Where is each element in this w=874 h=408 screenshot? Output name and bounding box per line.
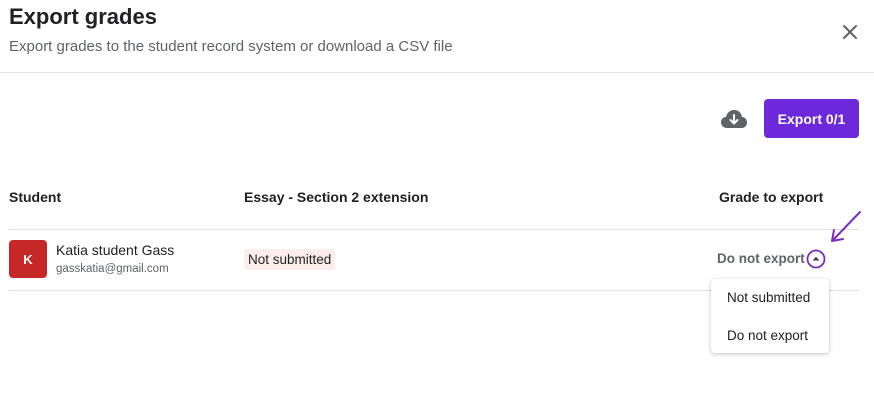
avatar: K <box>9 240 47 278</box>
submission-status-badge: Not submitted <box>244 249 336 270</box>
grade-select-value[interactable]: Do not export <box>717 251 805 266</box>
annotation-arrow-icon <box>831 211 861 242</box>
dialog-header: Export grades Export grades to the stude… <box>0 0 874 73</box>
cloud-download-icon <box>721 110 747 128</box>
close-icon <box>843 25 857 39</box>
dialog-subtitle: Export grades to the student record syst… <box>9 38 453 55</box>
dropdown-option-not-submitted[interactable]: Not submitted <box>727 290 810 305</box>
grade-dropdown-toggle[interactable] <box>806 249 826 269</box>
student-name: Katia student Gass <box>56 242 175 258</box>
column-header-grade: Grade to export <box>719 189 824 205</box>
dropdown-option-do-not-export[interactable]: Do not export <box>727 328 808 343</box>
export-button[interactable]: Export 0/1 <box>764 99 859 138</box>
close-button[interactable] <box>838 20 862 44</box>
table-divider <box>9 229 859 230</box>
column-header-student: Student <box>9 189 62 205</box>
chevron-up-icon <box>806 249 826 269</box>
student-email: gasskatia@gmail.com <box>56 263 169 275</box>
export-grades-dialog: Export grades Export grades to the stude… <box>0 0 874 408</box>
grade-dropdown-menu: Not submitted Do not export <box>711 279 829 353</box>
download-csv-button[interactable] <box>720 108 748 130</box>
dialog-title: Export grades <box>9 4 157 29</box>
column-header-essay: Essay - Section 2 extension <box>244 189 429 205</box>
